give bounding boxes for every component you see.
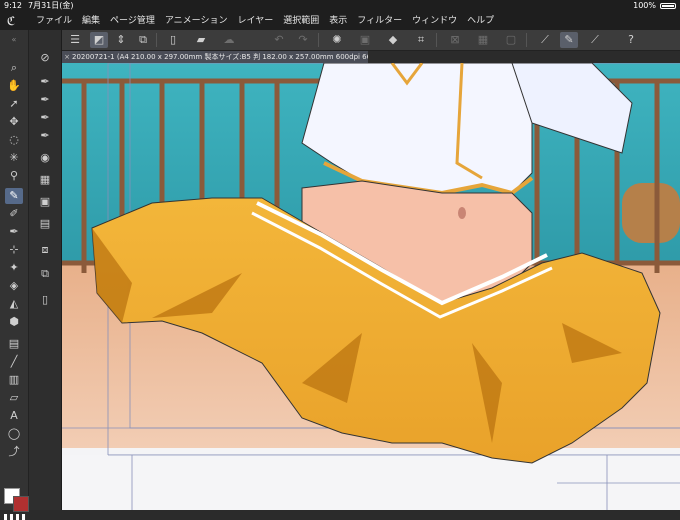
hand-tool-icon[interactable]: ✋ xyxy=(5,78,23,94)
correct-line-icon[interactable]: ⤴ xyxy=(5,444,23,460)
undo-icon[interactable]: ↶ xyxy=(270,32,288,48)
figure-icon[interactable]: ╱ xyxy=(5,354,23,370)
status-time: 9:12 xyxy=(4,1,22,10)
save-icon[interactable]: ▯ xyxy=(164,32,182,48)
property-icon[interactable]: ▣ xyxy=(36,194,54,210)
redo-icon[interactable]: ↷ xyxy=(294,32,312,48)
clear-icon[interactable]: ▣ xyxy=(356,32,374,48)
menu-edit[interactable]: 編集 xyxy=(82,12,100,30)
grid-icon[interactable]: ▦ xyxy=(474,32,492,48)
status-bar: 9:12 7月31日(金) 100% xyxy=(0,0,680,12)
help-icon[interactable]: ? xyxy=(622,32,640,48)
menu-view[interactable]: 表示 xyxy=(329,12,347,30)
menu-layer[interactable]: レイヤー xyxy=(238,12,274,30)
blend-icon[interactable]: ◭ xyxy=(5,296,23,312)
gradient-icon[interactable]: ▤ xyxy=(5,336,23,352)
zoom-tool-icon[interactable]: ⌕ xyxy=(5,60,23,76)
magic-wand-icon[interactable]: ✳ xyxy=(5,150,23,166)
menu-help[interactable]: ヘルプ xyxy=(467,12,494,30)
open-icon[interactable]: ▰ xyxy=(192,32,210,48)
menu-selection[interactable]: 選択範囲 xyxy=(283,12,319,30)
menu-window[interactable]: ウィンドウ xyxy=(412,12,457,30)
close-tab-icon[interactable]: × xyxy=(62,51,72,63)
clip-studio-icon[interactable]: ℭ xyxy=(4,14,18,28)
cloud-icon[interactable]: ☁ xyxy=(220,32,238,48)
frame-icon[interactable]: ▥ xyxy=(5,372,23,388)
navigator-icon[interactable]: ◉ xyxy=(36,150,54,166)
tool-palette: « ⌕ ✋ ➚ ✥ ◌ ✳ ⚲ ✎ ✐ ✒ ⊹ ✦ ◈ ◭ ⬢ ▤ ╱ ▥ ▱ … xyxy=(0,30,29,520)
battery-icon xyxy=(660,3,676,9)
text-tool-icon[interactable]: A xyxy=(5,408,23,424)
eyedropper-icon[interactable]: ⚲ xyxy=(5,168,23,184)
collapse-icon[interactable]: « xyxy=(5,32,23,48)
pen-g-icon[interactable]: ✒ xyxy=(36,74,54,90)
operation-tool-icon[interactable]: ➚ xyxy=(5,96,23,112)
drawing-canvas[interactable] xyxy=(62,63,680,510)
brush-tool-icon[interactable]: ✒ xyxy=(5,224,23,240)
ruler-tool-icon[interactable]: ▱ xyxy=(5,390,23,406)
layer-icon[interactable]: ⧉ xyxy=(134,32,152,48)
document-tab[interactable]: × 20200721-1 (A4 210.00 x 297.00mm 製本サイズ:… xyxy=(62,51,368,63)
transparent-color-icon[interactable] xyxy=(4,514,26,520)
pen-maru-icon[interactable]: ✒ xyxy=(36,92,54,108)
menu-file[interactable]: ファイル xyxy=(36,12,72,30)
layer-property-icon[interactable]: ⧈ xyxy=(36,242,54,258)
pen-icon[interactable]: ✎ xyxy=(560,32,578,48)
transform-icon[interactable]: ⊠ xyxy=(446,32,464,48)
eraser-icon[interactable]: ◈ xyxy=(5,278,23,294)
pen-curve-icon[interactable]: ⟋ xyxy=(536,32,554,48)
layer-panel-icon[interactable]: ⧉ xyxy=(36,266,54,282)
pen-tool-icon[interactable]: ✎ xyxy=(5,188,23,204)
crop-icon[interactable]: ⌗ xyxy=(412,32,430,48)
menu-animation[interactable]: アニメーション xyxy=(165,12,228,30)
move-tool-icon[interactable]: ✥ xyxy=(5,114,23,130)
sub-tool-palette: ⊘ ✒ ✒ ✒ ✒ ◉ ▦ ▣ ▤ ⧈ ⧉ ▯ xyxy=(29,30,62,510)
history-icon[interactable]: ▯ xyxy=(36,292,54,308)
menu-list: ファイル 編集 ページ管理 アニメーション レイヤー 選択範囲 表示 フィルター… xyxy=(36,12,504,30)
battery-level: 100% xyxy=(633,1,656,10)
fill-icon[interactable]: ◆ xyxy=(384,32,402,48)
spin-icon[interactable]: ✺ xyxy=(328,32,346,48)
airbrush-icon[interactable]: ⊹ xyxy=(5,242,23,258)
artwork xyxy=(62,63,680,510)
new-icon[interactable]: ◩ xyxy=(90,32,108,48)
brush-size-icon[interactable]: ▤ xyxy=(36,216,54,232)
pen-alt-icon[interactable]: ⟋ xyxy=(586,32,604,48)
document-title: 20200721-1 (A4 210.00 x 297.00mm 製本サイズ:B… xyxy=(72,53,368,61)
tab-strip xyxy=(368,51,680,63)
menu-filter[interactable]: フィルター xyxy=(357,12,402,30)
menu-page[interactable]: ページ管理 xyxy=(110,12,155,30)
ruler-icon[interactable]: ▢ xyxy=(502,32,520,48)
decoration-icon[interactable]: ✦ xyxy=(5,260,23,276)
stepper-icon[interactable]: ⇕ xyxy=(112,32,130,48)
menu-icon[interactable]: ☰ xyxy=(66,32,84,48)
status-date: 7月31日(金) xyxy=(28,1,74,10)
fill-tool-icon[interactable]: ⬢ xyxy=(5,314,23,330)
balloon-icon[interactable]: ◯ xyxy=(5,426,23,442)
menu-bar: ℭ ファイル 編集 ページ管理 アニメーション レイヤー 選択範囲 表示 フィル… xyxy=(0,12,680,30)
lasso-tool-icon[interactable]: ◌ xyxy=(5,132,23,148)
subtool-search-icon[interactable]: ⊘ xyxy=(36,50,54,66)
material-icon[interactable]: ▦ xyxy=(36,172,54,188)
pen-turnip-icon[interactable]: ✒ xyxy=(36,110,54,126)
pencil-tool-icon[interactable]: ✐ xyxy=(5,206,23,222)
command-bar: ☰ ◩ ⇕ ⧉ ▯ ▰ ☁ ↶ ↷ ✺ ▣ ◆ ⌗ ⊠ ▦ ▢ ⟋ ✎ ⟋ ? xyxy=(62,30,680,51)
pen-real-icon[interactable]: ✒ xyxy=(36,128,54,144)
